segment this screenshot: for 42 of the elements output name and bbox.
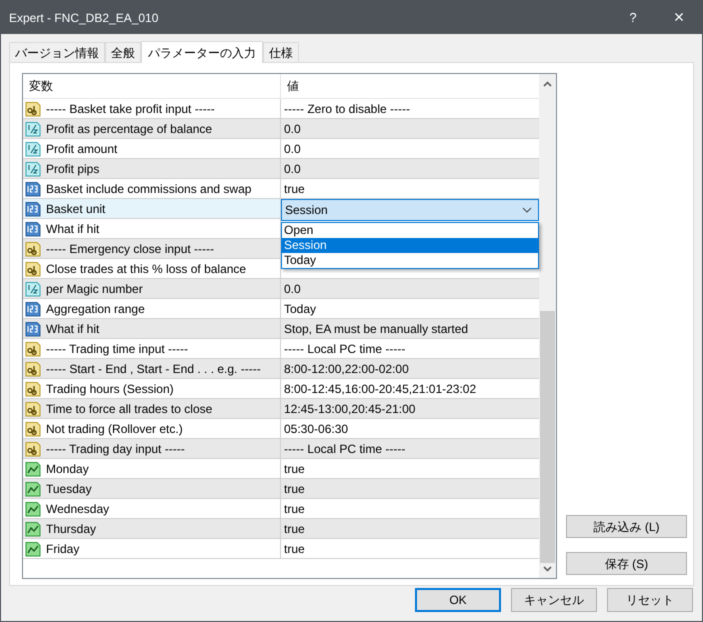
parameter-name: Not trading (Rollover etc.) bbox=[46, 420, 183, 438]
parameter-name: Profit amount bbox=[46, 140, 118, 158]
parameter-value: 12:45-13:00,20:45-21:00 bbox=[283, 400, 416, 418]
parameter-value: Today bbox=[283, 300, 316, 318]
parameter-name: Wednesday bbox=[46, 500, 110, 518]
parameter-name: per Magic number bbox=[46, 280, 143, 298]
parameter-value: 0.0 bbox=[283, 160, 301, 178]
parameter-value: true bbox=[283, 540, 305, 558]
parameter-value: 8:00-12:00,22:00-02:00 bbox=[283, 360, 409, 378]
parameter-name: Time to force all trades to close bbox=[46, 400, 212, 418]
parameter-value: true bbox=[283, 180, 305, 198]
parameter-name: Trading hours (Session) bbox=[46, 380, 174, 398]
parameter-name: ----- Basket take profit input ----- bbox=[46, 100, 215, 118]
parameter-value: true bbox=[283, 520, 305, 538]
window-title: Expert - FNC_DB2_EA_010 bbox=[9, 10, 160, 26]
parameter-value: 0.0 bbox=[283, 140, 301, 158]
parameter-name: Tuesday bbox=[46, 480, 92, 498]
parameter-name: What if hit bbox=[46, 220, 100, 238]
parameter-value: true bbox=[283, 500, 305, 518]
parameter-name: ----- Start - End , Start - End . . . e.g. ----- bbox=[46, 360, 261, 378]
parameter-name: Aggregation range bbox=[46, 300, 145, 318]
parameter-name: ----- Emergency close input ----- bbox=[46, 240, 214, 258]
parameter-name: Monday bbox=[46, 460, 89, 478]
parameter-value: ----- Zero to disable ----- bbox=[283, 100, 410, 118]
parameter-name: Basket include commissions and swap bbox=[46, 180, 252, 198]
parameter-name: What if hit bbox=[46, 320, 100, 338]
parameter-value: ----- Local PC time ----- bbox=[283, 340, 406, 358]
parameter-name: Profit pips bbox=[46, 160, 100, 178]
parameter-name: ----- Trading day input ----- bbox=[46, 440, 185, 458]
parameter-value: true bbox=[283, 460, 305, 478]
parameter-value: 0.0 bbox=[283, 120, 301, 138]
parameter-value: Stop, EA must be manually started bbox=[283, 320, 468, 338]
parameter-name: Thursday bbox=[46, 520, 96, 538]
parameter-value: true bbox=[283, 480, 305, 498]
parameter-name: Friday bbox=[46, 540, 80, 558]
parameter-value: 0.0 bbox=[283, 280, 301, 298]
parameter-value: 8:00-12:45,16:00-20:45,21:01-23:02 bbox=[283, 380, 476, 398]
parameter-name: ----- Trading time input ----- bbox=[46, 340, 188, 358]
parameter-value: 05:30-06:30 bbox=[283, 420, 348, 438]
parameter-name: Profit as percentage of balance bbox=[46, 120, 212, 138]
parameter-value: ----- Local PC time ----- bbox=[283, 440, 406, 458]
parameter-name: Basket unit bbox=[46, 200, 106, 218]
